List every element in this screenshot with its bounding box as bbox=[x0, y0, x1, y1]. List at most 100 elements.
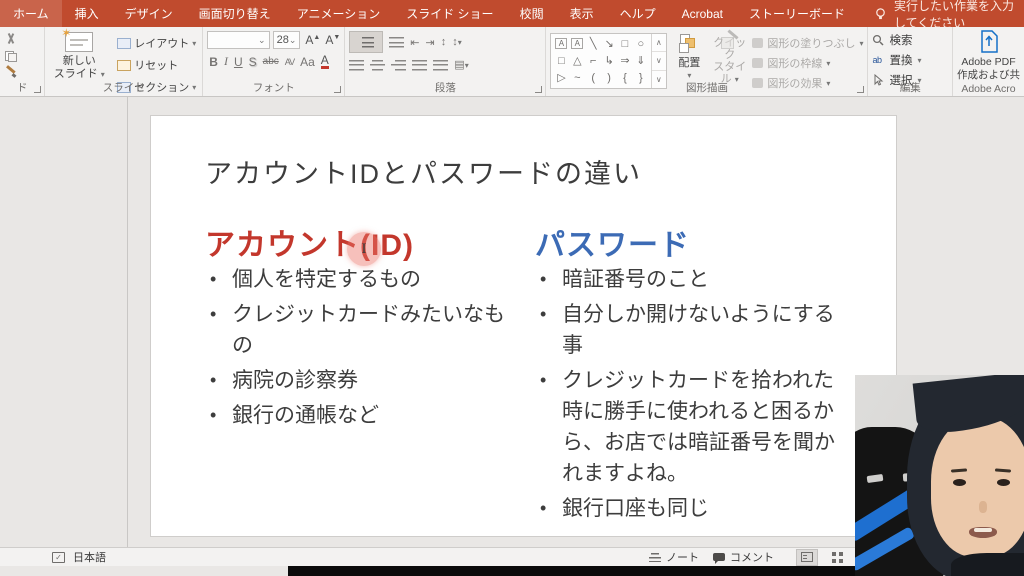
text-shadow-button[interactable]: S bbox=[249, 55, 257, 69]
ribbon-tab[interactable]: Acrobat bbox=[669, 0, 736, 27]
columns-button[interactable] bbox=[433, 59, 448, 71]
change-case-button[interactable]: Aa bbox=[300, 55, 315, 69]
ribbon-tab[interactable]: 挿入 bbox=[62, 0, 112, 27]
smartart-convert-icon[interactable]: ▤▾ bbox=[454, 58, 468, 71]
reset-button[interactable]: リセット bbox=[115, 56, 198, 74]
ribbon-tab[interactable]: デザイン bbox=[112, 0, 186, 27]
bold-button[interactable]: B bbox=[209, 55, 218, 69]
clipboard-dialog-launcher[interactable] bbox=[34, 86, 41, 93]
shape-icon[interactable]: ↘ bbox=[601, 35, 617, 52]
quick-styles-button[interactable]: クイックスタイル ▾ bbox=[712, 30, 747, 82]
slide-sorter-button[interactable] bbox=[826, 549, 848, 566]
ribbon-tab[interactable]: 表示 bbox=[557, 0, 607, 27]
shape-icon[interactable]: □ bbox=[553, 52, 569, 69]
underline-button[interactable]: U bbox=[234, 55, 243, 69]
bullet-item[interactable]: 自分しか開けないようにする事 bbox=[535, 299, 851, 361]
increase-indent-icon[interactable]: ⇥ bbox=[426, 36, 435, 49]
slide-title[interactable]: アカウントIDとパスワードの違い bbox=[205, 152, 642, 191]
bullet-item[interactable]: 銀行の通帳など bbox=[205, 400, 505, 431]
bullet-item[interactable]: 銀行口座も同じ bbox=[535, 493, 851, 524]
ribbon-tab[interactable]: 画面切り替え bbox=[186, 0, 284, 27]
font-dialog-launcher[interactable] bbox=[334, 86, 341, 93]
shape-icon[interactable]: □ bbox=[617, 35, 633, 52]
shape-icon[interactable]: ⇓ bbox=[633, 52, 649, 69]
new-slide-button[interactable]: ✶ 新しい スライド ▾ bbox=[49, 30, 109, 82]
ribbon-tab[interactable]: ヘルプ bbox=[607, 0, 669, 27]
layout-button[interactable]: レイアウト▾ bbox=[115, 34, 198, 52]
left-column-heading[interactable]: アカウント(ID) bbox=[205, 220, 414, 264]
ribbon-tab[interactable]: ストーリーボード bbox=[736, 0, 858, 27]
notes-toggle[interactable]: ノート bbox=[649, 549, 699, 565]
font-size-combo[interactable]: 28⌄ bbox=[273, 31, 301, 49]
tell-me-search[interactable]: 実行したい作業を入力してください bbox=[874, 0, 1024, 31]
shape-icon[interactable]: ○ bbox=[633, 35, 649, 52]
text-cursor-icon: I bbox=[362, 241, 367, 258]
bullets-button[interactable] bbox=[349, 31, 383, 53]
paragraph-dialog-launcher[interactable] bbox=[535, 86, 542, 93]
bullet-item[interactable]: クレジットカードみたいなもの bbox=[205, 299, 505, 361]
find-button[interactable]: 検索 bbox=[872, 32, 948, 48]
left-column-bullets: 個人を特定するものクレジットカードみたいなもの病院の診察券銀行の通帳など bbox=[205, 264, 505, 435]
ribbon-tab[interactable]: ホーム bbox=[0, 0, 62, 27]
character-spacing-button[interactable]: AV bbox=[285, 57, 294, 67]
align-center-button[interactable] bbox=[370, 59, 385, 71]
spell-check-icon[interactable]: ✓ bbox=[52, 552, 65, 563]
shape-icon[interactable]: A bbox=[571, 38, 583, 49]
font-color-button[interactable]: A bbox=[321, 54, 329, 69]
shrink-font-button[interactable]: A▼ bbox=[325, 33, 340, 47]
shape-icon[interactable]: ⇒ bbox=[617, 52, 633, 69]
cut-icon[interactable] bbox=[4, 33, 18, 45]
ribbon-tab[interactable]: 校閲 bbox=[507, 0, 557, 27]
numbering-button[interactable] bbox=[389, 36, 404, 48]
align-left-button[interactable] bbox=[349, 59, 364, 71]
justify-button[interactable] bbox=[412, 59, 427, 71]
ribbon-tab[interactable]: スライド ショー bbox=[393, 0, 506, 27]
bullet-item[interactable]: 暗証番号のこと bbox=[535, 264, 851, 295]
line-spacing-icon[interactable]: ↕ bbox=[441, 36, 447, 48]
bullet-item[interactable]: クレジットカードを拾われた時に勝手に使われると困るから、お店では暗証番号を聞かれ… bbox=[535, 365, 851, 489]
comments-toggle[interactable]: コメント bbox=[713, 549, 774, 565]
shape-icon[interactable]: △ bbox=[569, 52, 585, 69]
search-icon bbox=[872, 34, 884, 46]
strikethrough-button[interactable]: abc bbox=[263, 56, 279, 67]
shape-icon[interactable]: ╲ bbox=[585, 35, 601, 52]
shape-fill-button[interactable]: 図形の塗りつぶし▾ bbox=[752, 35, 863, 51]
tell-me-label: 実行したい作業を入力してください bbox=[894, 0, 1024, 31]
format-painter-icon[interactable] bbox=[4, 67, 18, 79]
normal-view-button[interactable] bbox=[796, 549, 818, 566]
language-status[interactable]: 日本語 bbox=[73, 549, 106, 565]
new-slide-label-1: 新しい bbox=[63, 55, 96, 67]
right-column-heading[interactable]: パスワード bbox=[535, 220, 690, 264]
slide[interactable]: アカウントIDとパスワードの違い アカウント(ID) 個人を特定するものクレジッ… bbox=[150, 115, 897, 537]
slides-group-label: スライド bbox=[45, 80, 202, 95]
shape-icon[interactable]: A bbox=[555, 38, 567, 49]
shapes-scroll-up-icon[interactable]: ∧ bbox=[652, 34, 666, 51]
font-name-combo[interactable]: ⌄ bbox=[207, 31, 269, 49]
italic-button[interactable]: I bbox=[224, 54, 228, 69]
decrease-indent-icon[interactable]: ⇤ bbox=[410, 36, 419, 49]
combo-arrow-icon: ⌄ bbox=[258, 35, 266, 46]
arrange-button[interactable]: 配置▾ bbox=[672, 30, 707, 82]
align-right-button[interactable] bbox=[391, 59, 406, 71]
grow-font-button[interactable]: A▲ bbox=[305, 33, 320, 47]
shapes-scroll-down-icon[interactable]: ∨ bbox=[652, 51, 666, 69]
ribbon-tab[interactable]: アニメーション bbox=[284, 0, 394, 27]
bullet-item[interactable]: 個人を特定するもの bbox=[205, 264, 505, 295]
shape-outline-button[interactable]: 図形の枠線▾ bbox=[752, 55, 863, 71]
shape-icon[interactable]: ↳ bbox=[601, 52, 617, 69]
paste-icon[interactable] bbox=[4, 50, 18, 62]
new-slide-icon: ✶ bbox=[65, 32, 93, 52]
replace-button[interactable]: ab 置換▾ bbox=[872, 52, 948, 68]
slides-group: ✶ 新しい スライド ▾ レイアウト▾ リセット セクション▾ スライド bbox=[45, 27, 203, 96]
combo-arrow-icon: ⌄ bbox=[289, 35, 297, 46]
replace-icon: ab bbox=[872, 55, 884, 65]
text-direction-icon[interactable]: ↕▾ bbox=[452, 36, 462, 48]
adobe-pdf-icon[interactable] bbox=[978, 30, 1000, 54]
shape-icon[interactable]: ⌐ bbox=[585, 52, 601, 69]
adobe-pdf-button[interactable]: Adobe PDF作成および共 bbox=[957, 56, 1020, 81]
paragraph-group-label: 段落 bbox=[345, 80, 545, 95]
drawing-dialog-launcher[interactable] bbox=[857, 86, 864, 93]
powerpoint-window: ホーム挿入デザイン画面切り替えアニメーションスライド ショー校閲表示ヘルプAcr… bbox=[0, 0, 1024, 576]
thumbnail-panel-divider[interactable] bbox=[127, 97, 128, 547]
bullet-item[interactable]: 病院の診察券 bbox=[205, 365, 505, 396]
